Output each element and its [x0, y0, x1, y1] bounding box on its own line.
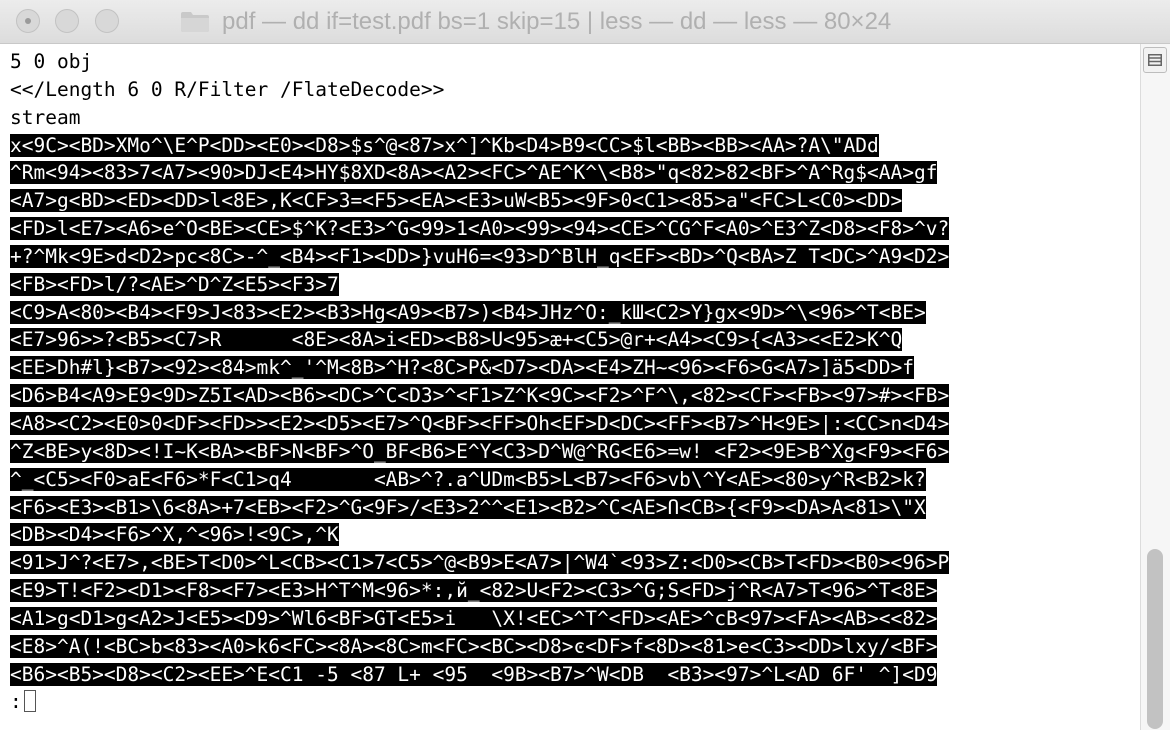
window-title: pdf — dd if=test.pdf bs=1 skip=15 | less… — [222, 8, 892, 35]
binary-data-text: <C9>A<80><B4><F9>J<83><E2><B3>Hg<A9><B7>… — [10, 300, 926, 324]
terminal-line: x<9C><BD>XMo^\E^P<DD><E0><D8>$s^@<87>x^]… — [10, 132, 1135, 160]
terminal-line: <EE>Dh#l}<B7><92><84>mk^_'^M<8B>^H?<8C>P… — [10, 354, 1135, 382]
folder-icon — [181, 12, 209, 32]
terminal-line: <E7>96>>?<B5><C7>R <8E><8A>i<ED><B8>U<95… — [10, 326, 1135, 354]
terminal-line: <A8><C2><E0>0<DF><FD>><E2><D5><E7>^Q<BF>… — [10, 410, 1135, 438]
terminal-line: <F6><E3><B1>\6<8A>+7<EB><F2>^G<9F>/<E3>2… — [10, 494, 1135, 522]
terminal-line: +?^Mk<9E>d<D2>pc<8C>-^_<B4><F1><DD>}vuH6… — [10, 243, 1135, 271]
less-prompt: : — [10, 690, 22, 714]
terminal-line: <C9>A<80><B4><F9>J<83><E2><B3>Hg<A9><B7>… — [10, 299, 1135, 327]
terminal-line: ^Rm<94><83>7<A7><90>DJ<E4>HY$8XD<8A><A2>… — [10, 159, 1135, 187]
close-button[interactable] — [16, 9, 40, 33]
split-pane-icon — [1148, 54, 1162, 66]
title-bar[interactable]: pdf — dd if=test.pdf bs=1 skip=15 | less… — [0, 0, 1170, 44]
terminal-output[interactable]: 5 0 obj <</Length 6 0 R/Filter /FlateDec… — [10, 48, 1135, 730]
binary-data-text: ^Z<BE>y<8D><!I~K<BA><BF>N<BF>^O_BF<B6>E^… — [10, 439, 950, 463]
terminal-window: pdf — dd if=test.pdf bs=1 skip=15 | less… — [0, 0, 1170, 730]
binary-data-text: <A1>g<D1>g<A2>J<E5><D9>^Wl6<BF>GT<E5>i \… — [10, 606, 938, 630]
terminal-line: ^Z<BE>y<8D><!I~K<BA><BF>N<BF>^O_BF<B6>E^… — [10, 438, 1135, 466]
scrollbar-thumb[interactable] — [1147, 549, 1163, 729]
terminal-line: <E8>^A(!<BC>b<83><A0>k6<FC><8A><8C>m<FC>… — [10, 633, 1135, 661]
binary-data-text: ^Rm<94><83>7<A7><90>DJ<E4>HY$8XD<8A><A2>… — [10, 161, 938, 185]
terminal-line: <FB><FD>l/?<AE>^D^Z<E5><F3>7 — [10, 271, 1135, 299]
terminal-line: 5 0 obj — [10, 50, 93, 73]
terminal-line: <B6><B5><D8><C2><EE>^E<C1 -5 <87 L+ <95 … — [10, 661, 1135, 689]
vertical-scrollbar[interactable] — [1140, 44, 1170, 730]
binary-data-text: <A7>g<BD><ED><DD>l<8E>,K<CF>3=<F5><EA><E… — [10, 189, 903, 213]
terminal-line: <DB><D4><F6>^X,^<96>!<9C>,^K — [10, 521, 1135, 549]
minimize-button[interactable] — [55, 9, 79, 33]
terminal-line: <A7>g<BD><ED><DD>l<8E>,K<CF>3=<F5><EA><E… — [10, 187, 1135, 215]
terminal-line: <FD>l<E7><A6>e^O<BE><CE>$^K?<E3>^G<99>1<… — [10, 215, 1135, 243]
less-prompt-line[interactable]: : — [10, 688, 1135, 716]
binary-data-text: +?^Mk<9E>d<D2>pc<8C>-^_<B4><F1><DD>}vuH6… — [10, 244, 950, 268]
terminal-line: ^_<C5><F0>aE<F6>*F<C1>q4 <AB>^?.a^UDm<B5… — [10, 466, 1135, 494]
split-pane-button[interactable] — [1143, 47, 1167, 73]
terminal-line: <A1>g<D1>g<A2>J<E5><D9>^Wl6<BF>GT<E5>i \… — [10, 605, 1135, 633]
binary-data-text: <DB><D4><F6>^X,^<96>!<9C>,^K — [10, 523, 339, 547]
binary-data-text: <B6><B5><D8><C2><EE>^E<C1 -5 <87 L+ <95 … — [10, 662, 938, 686]
binary-data-text: <EE>Dh#l}<B7><92><84>mk^_'^M<8B>^H?<8C>P… — [10, 356, 914, 380]
text-cursor — [23, 690, 36, 713]
window-title-group: pdf — dd if=test.pdf bs=1 skip=15 | less… — [180, 0, 891, 44]
binary-data-text: <91>J^?<E7>,<BE>T<D0>^L<CB><C1>7<C5>^@<B… — [10, 551, 950, 575]
binary-data-text: <E9>T!<F2><D1><F8><F7><E3>H^T^M<96>*:,й_… — [10, 579, 938, 603]
binary-data-text: <F6><E3><B1>\6<8A>+7<EB><F2>^G<9F>/<E3>2… — [10, 495, 926, 519]
terminal-line: <91>J^?<E7>,<BE>T<D0>^L<CB><C1>7<C5>^@<B… — [10, 549, 1135, 577]
binary-data-text: <FD>l<E7><A6>e^O<BE><CE>$^K?<E3>^G<99>1<… — [10, 217, 950, 241]
terminal-line: <E9>T!<F2><D1><F8><F7><E3>H^T^M<96>*:,й_… — [10, 577, 1135, 605]
binary-data-text: ^_<C5><F0>aE<F6>*F<C1>q4 <AB>^?.a^UDm<B5… — [10, 467, 926, 491]
terminal-line: <</Length 6 0 R/Filter /FlateDecode>> — [10, 77, 445, 101]
binary-data-text: <E7>96>>?<B5><C7>R <8E><8A>i<ED><B8>U<95… — [10, 328, 903, 352]
terminal-line: stream — [10, 105, 81, 129]
binary-data-text: <A8><C2><E0>0<DF><FD>><E2><D5><E7>^Q<BF>… — [10, 411, 950, 435]
binary-data-text: <E8>^A(!<BC>b<83><A0>k6<FC><8A><8C>m<FC>… — [10, 634, 938, 658]
binary-data-text: x<9C><BD>XMo^\E^P<DD><E0><D8>$s^@<87>x^]… — [10, 133, 879, 157]
zoom-button[interactable] — [95, 9, 119, 33]
binary-data-text: <FB><FD>l/?<AE>^D^Z<E5><F3>7 — [10, 272, 339, 296]
terminal-line: <D6>B4<A9>E9<9D>Z5I<AD><B6><DC>^C<D3>^<F… — [10, 382, 1135, 410]
binary-data-text: <D6>B4<A9>E9<9D>Z5I<AD><B6><DC>^C<D3>^<F… — [10, 384, 950, 408]
